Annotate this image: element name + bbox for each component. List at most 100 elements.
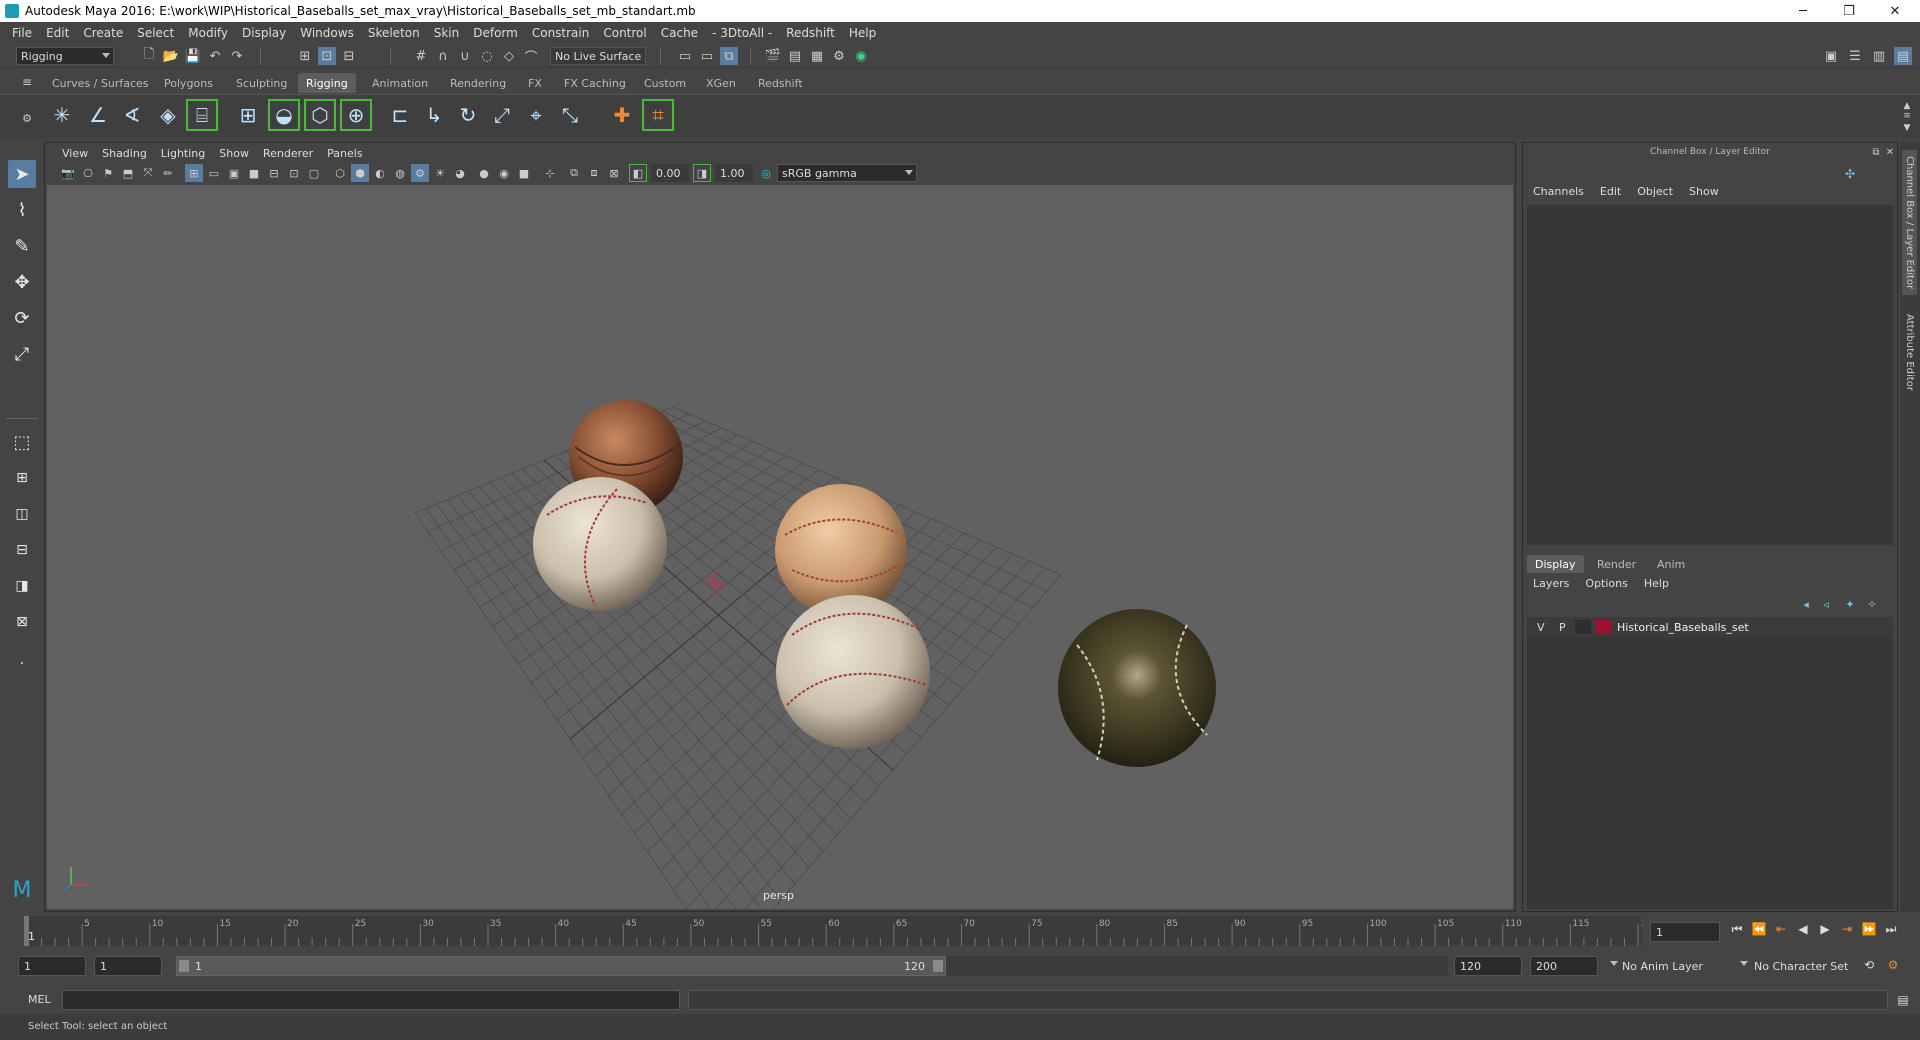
quick-rig-icon[interactable]: ⌸ bbox=[186, 99, 218, 131]
xray-components-icon[interactable]: ⊠ bbox=[605, 164, 623, 182]
render-settings-icon[interactable]: ⚙ bbox=[830, 47, 848, 65]
layer-row[interactable]: V P Historical_Baseballs_set bbox=[1527, 617, 1893, 637]
shelf-menu-icon[interactable]: ≡ bbox=[18, 73, 36, 91]
tab-curves-surfaces[interactable]: Curves / Surfaces bbox=[44, 73, 157, 93]
panel-menu-shading[interactable]: Shading bbox=[95, 147, 154, 160]
grid-icon[interactable]: ⊞ bbox=[185, 164, 203, 182]
construction-history-icon[interactable]: ⧉ bbox=[720, 47, 738, 65]
tab-xgen[interactable]: XGen bbox=[698, 73, 744, 93]
toolbox-more-icon[interactable]: · bbox=[8, 650, 36, 678]
tool-settings-icon[interactable]: ▥ bbox=[1870, 47, 1888, 65]
menu-edit[interactable]: Edit bbox=[39, 26, 76, 40]
undo-icon[interactable]: ↶ bbox=[206, 47, 224, 65]
step-forward-key-icon[interactable]: ⇥ bbox=[1838, 920, 1856, 938]
input-ops-icon[interactable]: ▭ bbox=[676, 47, 694, 65]
ik-handle-icon[interactable]: ∠ bbox=[82, 99, 114, 131]
resolution-gate-icon[interactable]: ▣ bbox=[225, 164, 243, 182]
redo-icon[interactable]: ↷ bbox=[228, 47, 246, 65]
menu-control[interactable]: Control bbox=[596, 26, 653, 40]
use-all-lights-icon[interactable]: ⚙ bbox=[411, 164, 429, 182]
layer-visibility-toggle[interactable]: V bbox=[1537, 621, 1545, 634]
menu-skeleton[interactable]: Skeleton bbox=[361, 26, 427, 40]
menu-select[interactable]: Select bbox=[130, 26, 181, 40]
select-hierarchy-icon[interactable]: ⊞ bbox=[296, 47, 314, 65]
minimize-button[interactable]: ─ bbox=[1780, 0, 1826, 22]
maximize-button[interactable]: ❐ bbox=[1826, 0, 1872, 22]
select-tool-icon[interactable]: ➤ bbox=[8, 160, 36, 188]
bookmark-icon[interactable]: ⚑ bbox=[99, 164, 117, 182]
scale-constraint-icon[interactable]: ⤢ bbox=[486, 99, 518, 131]
layer-type-toggle[interactable] bbox=[1575, 620, 1591, 634]
image-plane-icon[interactable]: ⬒ bbox=[119, 164, 137, 182]
character-set-dropdown[interactable]: No Character Set bbox=[1740, 956, 1874, 976]
menu-modify[interactable]: Modify bbox=[181, 26, 235, 40]
cluster-icon[interactable]: ⊕ bbox=[340, 99, 372, 131]
orient-constraint-icon[interactable]: ↻ bbox=[452, 99, 484, 131]
tab-sculpting[interactable]: Sculpting bbox=[228, 73, 295, 93]
persp-outliner-layout-icon[interactable]: ◫ bbox=[8, 500, 36, 528]
menu-constrain[interactable]: Constrain bbox=[525, 26, 597, 40]
tab-redshift[interactable]: Redshift bbox=[750, 73, 811, 93]
view-transform-dropdown[interactable]: sRGB gamma bbox=[777, 164, 917, 182]
aim-constraint-icon[interactable]: ⌖ bbox=[520, 99, 552, 131]
perspective-viewport[interactable]: persp bbox=[47, 185, 1513, 909]
tab-rendering[interactable]: Rendering bbox=[442, 73, 514, 93]
xray-icon[interactable]: ⧉ bbox=[565, 164, 583, 182]
snap-grid-icon[interactable]: # bbox=[412, 47, 430, 65]
tab-fx[interactable]: FX bbox=[520, 73, 550, 93]
wireframe-on-shaded-icon[interactable]: ◐ bbox=[371, 164, 389, 182]
safe-action-icon[interactable]: ⊡ bbox=[285, 164, 303, 182]
tab-custom[interactable]: Custom bbox=[636, 73, 694, 93]
help-menu[interactable]: Help bbox=[1644, 577, 1669, 590]
anim-layer-dropdown[interactable]: No Anim Layer bbox=[1610, 956, 1742, 976]
anti-aliasing-icon[interactable]: ◉ bbox=[495, 164, 513, 182]
ambient-occlusion-icon[interactable]: ◕ bbox=[451, 164, 469, 182]
gamma-field[interactable]: 1.00 bbox=[715, 164, 753, 182]
parent-constraint-icon[interactable]: ⊏ bbox=[384, 99, 416, 131]
range-start-handle[interactable] bbox=[179, 960, 189, 972]
make-live-icon[interactable]: ⌒ bbox=[522, 47, 540, 66]
menu-deform[interactable]: Deform bbox=[466, 26, 525, 40]
locator-icon[interactable]: ◈ bbox=[152, 99, 184, 131]
select-object-icon[interactable]: ⊡ bbox=[318, 47, 336, 65]
panel-menu-renderer[interactable]: Renderer bbox=[256, 147, 320, 160]
ipr-render-icon[interactable]: ▦ bbox=[808, 47, 826, 65]
rotate-tool-icon[interactable]: ⟳ bbox=[8, 304, 36, 332]
channel-box-icon[interactable]: ▤ bbox=[1894, 47, 1912, 65]
joint-tool-icon[interactable]: ✳ bbox=[46, 99, 78, 131]
paint-select-icon[interactable]: ✎ bbox=[8, 232, 36, 260]
tab-render[interactable]: Render bbox=[1589, 555, 1644, 573]
command-input[interactable] bbox=[62, 990, 680, 1010]
axis-icon[interactable]: ✣ bbox=[1841, 165, 1859, 183]
isolate-select-icon[interactable]: ⊹ bbox=[541, 164, 559, 182]
layout-icon[interactable]: ▣ bbox=[1822, 47, 1840, 65]
field-chart-icon[interactable]: ⊟ bbox=[265, 164, 283, 182]
panel-menu-view[interactable]: View bbox=[55, 147, 95, 160]
menu-skin[interactable]: Skin bbox=[427, 26, 467, 40]
shadows-icon[interactable]: ☀ bbox=[431, 164, 449, 182]
lattice-icon[interactable]: ⬡ bbox=[304, 99, 336, 131]
tab-anim[interactable]: Anim bbox=[1649, 555, 1693, 573]
script-language-toggle[interactable]: MEL bbox=[28, 993, 51, 1006]
object-menu[interactable]: Object bbox=[1637, 185, 1673, 198]
move-tool-icon[interactable]: ✥ bbox=[8, 268, 36, 296]
smooth-shade-icon[interactable]: ⬢ bbox=[351, 164, 369, 182]
timeline-track[interactable]: 5 10 15 20 25 30 35 40 45 50 55 60 65 70 75 80 85 90 95 100… bbox=[24, 916, 1642, 946]
menu-create[interactable]: Create bbox=[76, 26, 130, 40]
side-tab-channel-box[interactable]: Channel Box / Layer Editor bbox=[1902, 150, 1917, 296]
lasso-tool-icon[interactable]: ⌇ bbox=[8, 196, 36, 224]
film-gate-icon[interactable]: ▭ bbox=[205, 164, 223, 182]
two-d-pan-zoom-icon[interactable]: ⤧ bbox=[139, 164, 157, 182]
menu-help[interactable]: Help bbox=[842, 26, 883, 40]
panel-menu-panels[interactable]: Panels bbox=[320, 147, 369, 160]
textured-icon[interactable]: ◍ bbox=[391, 164, 409, 182]
ik-spline-icon[interactable]: ∢ bbox=[116, 99, 148, 131]
open-scene-icon[interactable]: 📂 bbox=[162, 47, 180, 65]
animation-preferences-icon[interactable]: ⚙ bbox=[1884, 956, 1902, 974]
show-menu[interactable]: Show bbox=[1689, 185, 1719, 198]
set-key-icon[interactable]: ✚ bbox=[606, 99, 638, 131]
safe-title-icon[interactable]: ▢ bbox=[305, 164, 323, 182]
render-frame-icon[interactable]: ▤ bbox=[786, 47, 804, 65]
snap-point-icon[interactable]: ∪ bbox=[456, 47, 474, 65]
tab-fx-caching[interactable]: FX Caching bbox=[556, 73, 634, 93]
